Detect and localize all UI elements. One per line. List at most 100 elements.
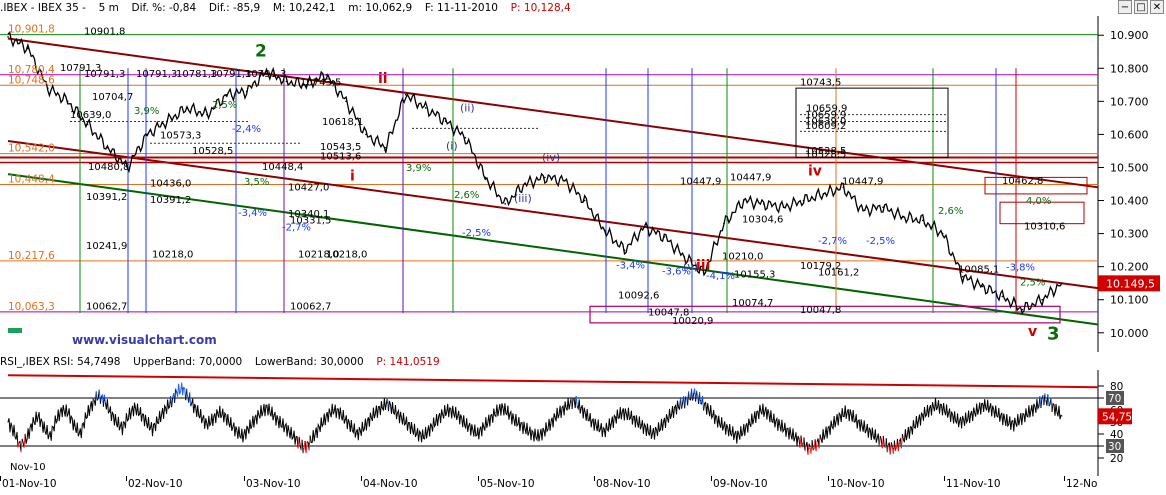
- pct-label: 2,5%: [212, 100, 237, 111]
- pct-label: -3,4%: [238, 208, 267, 219]
- rsi-point: [242, 435, 244, 437]
- rsi-point: [772, 419, 774, 421]
- price-point: [146, 133, 149, 136]
- rsi-point: [459, 416, 461, 418]
- rsi-point: [254, 419, 256, 421]
- price-point: [166, 120, 168, 122]
- rsi-point: [838, 416, 840, 418]
- rsi-point: [633, 419, 635, 421]
- rsi-line-segment: [572, 397, 575, 399]
- price-point: [524, 183, 526, 185]
- rsi-point: [814, 445, 816, 447]
- fib-level-label: 10639,0: [70, 110, 111, 121]
- rsi-point: [663, 421, 665, 423]
- left-level-label: 10,542,0: [8, 143, 55, 155]
- rsi-point: [290, 433, 292, 435]
- rsi-point: [784, 428, 786, 430]
- rsi-point: [91, 403, 93, 405]
- rsi-point: [164, 409, 166, 411]
- rsi-point: [212, 419, 214, 421]
- rsi-point: [513, 419, 515, 421]
- price-point: [723, 222, 725, 225]
- rsi-point: [639, 423, 641, 425]
- left-level-label: 10,448,4: [8, 174, 55, 186]
- rsi-point: [230, 423, 232, 425]
- rsi-point: [501, 407, 503, 409]
- left-level-label: 10,901,8: [8, 24, 55, 36]
- timeframe-label: 5 m: [98, 2, 119, 14]
- price-value: 10,128,4: [523, 2, 571, 14]
- rsi-point: [579, 407, 581, 409]
- fib-level-label: 10092,6: [618, 291, 659, 302]
- rsi-point: [224, 415, 226, 417]
- pct-label: -3,8%: [1006, 263, 1035, 274]
- pct-label: -3,6%: [662, 266, 691, 277]
- left-level-label: 10,063,3: [8, 301, 55, 313]
- rsi-point: [152, 428, 154, 430]
- fib-level-label: 10210,0: [722, 251, 763, 262]
- rsi-point: [736, 435, 738, 437]
- rsi-chart[interactable]: 80706050403020 54,75 Nov-10: [0, 370, 1166, 476]
- rsi-point: [742, 431, 744, 433]
- rsi-point: [609, 423, 611, 425]
- last-price-label: 10.149,5: [1106, 277, 1155, 290]
- pct-label: -2,5%: [462, 228, 491, 239]
- fib-level-label: 10062,7: [290, 302, 331, 313]
- fib-level-label: 10618,1: [322, 117, 363, 128]
- rsi-point: [682, 402, 684, 404]
- rsi-point: [85, 415, 87, 417]
- wave-label: (iii): [514, 192, 532, 205]
- price-point: [762, 203, 765, 205]
- price-chart[interactable]: 10.900 10.800 10.700 10.600 10.500 10.400 10.3…: [0, 16, 1166, 352]
- rsi-point: [591, 421, 593, 423]
- price-point: [46, 87, 49, 89]
- lower-band-value: 30,0000: [320, 356, 364, 368]
- upper-band-value: 70,0000: [198, 356, 243, 368]
- rsi-point: [182, 387, 184, 389]
- pct-label: 3,9%: [406, 163, 431, 174]
- rsi-point: [977, 409, 979, 411]
- rsi-point: [657, 428, 659, 430]
- x-tick-mark: [944, 476, 945, 481]
- rsi-point: [127, 415, 129, 417]
- price-point: [603, 229, 606, 232]
- rsi-point: [983, 404, 985, 406]
- rsi-point: [1037, 404, 1039, 406]
- fib-level-label: 10085,1: [958, 264, 999, 275]
- price-point: [822, 193, 825, 195]
- fib-level-label: 10304,6: [742, 214, 783, 225]
- rsi-point: [398, 415, 400, 417]
- chart-window: .IBEX - IBEX 35 - 5 m Dif. %: -0,84 Dif.…: [0, 0, 1166, 495]
- minimize-button[interactable]: −: [1118, 0, 1132, 14]
- wave-label: v: [1028, 324, 1037, 340]
- rsi-point: [706, 407, 708, 409]
- watermark-icon: [8, 328, 22, 333]
- close-button[interactable]: ✕: [1150, 0, 1164, 14]
- rsi-point: [712, 414, 714, 416]
- price-point: [862, 209, 864, 212]
- rsi-point: [465, 423, 467, 425]
- pct-label: 2,6%: [454, 190, 479, 201]
- fib-level-label: 10901,8: [84, 27, 125, 38]
- price-point: [544, 176, 546, 179]
- fib-level-label: 10791,3: [84, 69, 125, 80]
- fib-level-label: 10791,3: [136, 69, 177, 80]
- price-point: [782, 206, 785, 208]
- fib-level-label: 10047,8: [800, 305, 841, 316]
- price-y-tick-label: 10.100: [1110, 294, 1149, 307]
- pct-label: -2,7%: [282, 222, 311, 233]
- rsi-point: [585, 414, 587, 416]
- rsi-point: [573, 399, 575, 401]
- rsi-point: [965, 419, 967, 421]
- rsi-point: [941, 407, 943, 409]
- rsi-point: [862, 426, 864, 428]
- rsi-point: [627, 414, 629, 416]
- rsi-point: [218, 411, 220, 413]
- rsi-point: [724, 426, 726, 428]
- x-tick-label: 10-Nov-10: [830, 478, 885, 490]
- maximize-button[interactable]: □: [1134, 0, 1148, 14]
- pct-label: -4,1%: [706, 271, 735, 282]
- rsi-point: [935, 404, 937, 406]
- pct-label: -2,7%: [818, 236, 847, 247]
- price-label: P:: [510, 2, 521, 14]
